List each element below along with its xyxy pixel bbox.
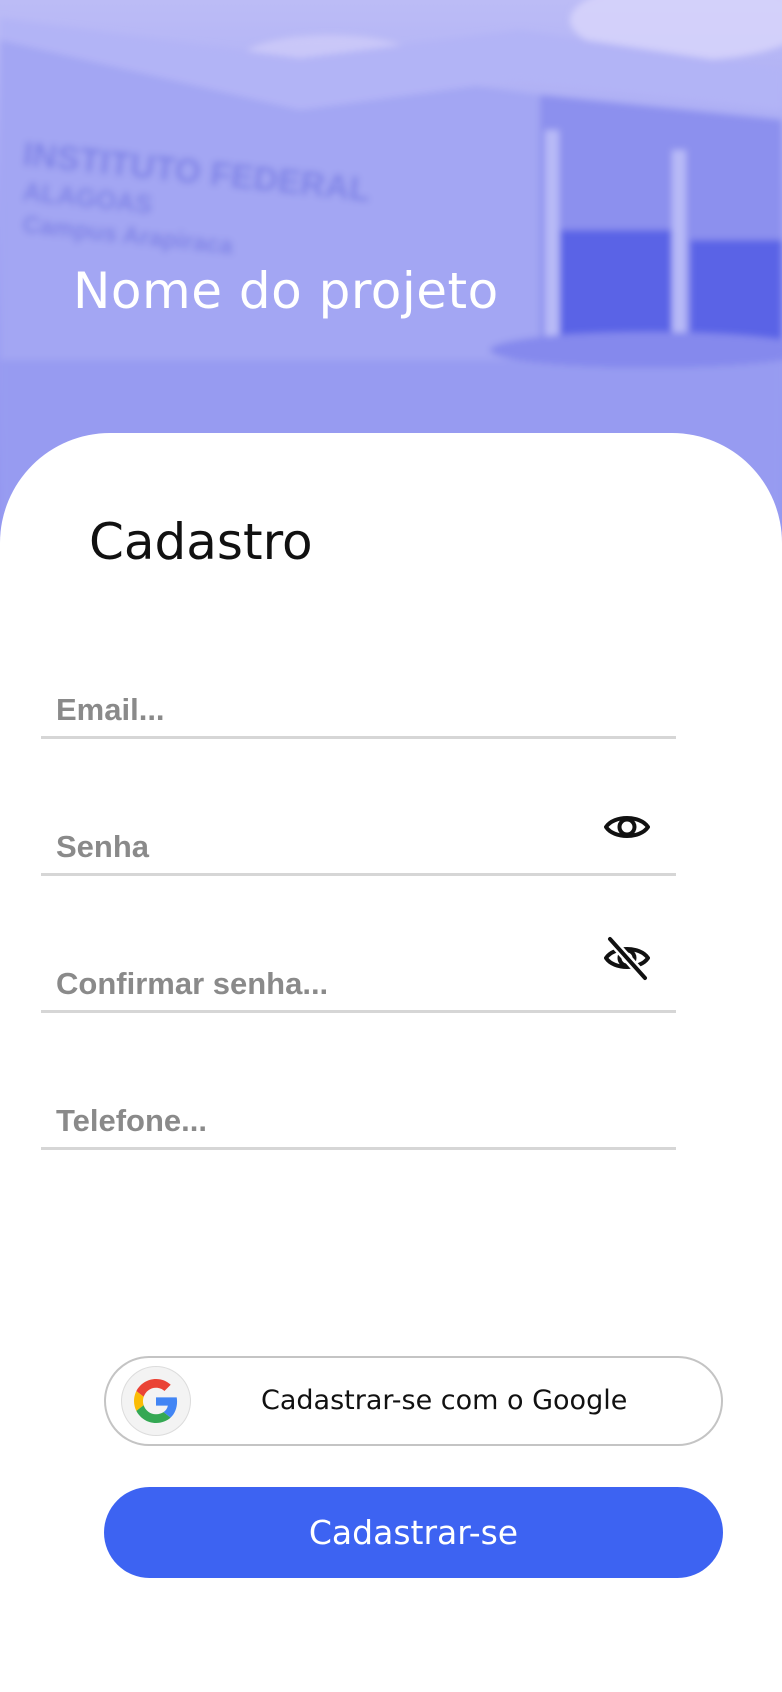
project-name: Nome do projeto	[73, 262, 499, 320]
phone-field-container	[41, 1087, 676, 1150]
password-input[interactable]	[56, 829, 576, 865]
eye-icon[interactable]	[603, 803, 651, 851]
email-field-container	[41, 676, 676, 739]
google-signup-button[interactable]: Cadastrar-se com o Google	[104, 1356, 723, 1446]
signup-submit-button[interactable]: Cadastrar-se	[104, 1487, 723, 1578]
phone-input[interactable]	[56, 1103, 576, 1139]
google-logo-icon	[122, 1367, 190, 1435]
eye-off-icon[interactable]	[603, 934, 651, 983]
confirm-password-field-container	[41, 934, 676, 1013]
password-field-container	[41, 813, 676, 876]
google-signup-label: Cadastrar-se com o Google	[261, 1385, 628, 1416]
confirm-password-input[interactable]	[56, 966, 576, 1002]
page-title: Cadastro	[89, 513, 313, 571]
email-input[interactable]	[56, 692, 576, 728]
